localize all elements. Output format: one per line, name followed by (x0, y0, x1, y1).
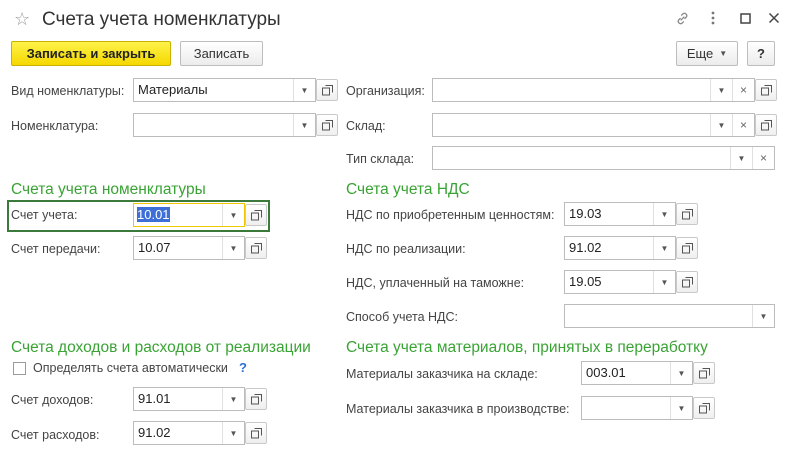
chevron-down-icon[interactable]: ▼ (653, 271, 675, 293)
item-accounts-title: Счета учета номенклатуры (11, 181, 206, 198)
chevron-down-icon[interactable]: ▼ (293, 114, 315, 136)
more-label: Еще (686, 46, 714, 61)
kind-value: Материалы (138, 82, 208, 97)
transfer-field[interactable]: 10.07 ▼ (133, 236, 245, 260)
customer-production-label: Материалы заказчика в производстве: (346, 402, 570, 416)
chevron-down-icon[interactable]: ▼ (752, 305, 774, 327)
organization-field[interactable]: ▼ × (432, 78, 755, 102)
vat-customs-field[interactable]: 19.05 ▼ (564, 270, 676, 294)
account-field[interactable]: 10.01 ▼ (133, 203, 245, 227)
maximize-icon[interactable] (736, 9, 754, 27)
vat-sales-label: НДС по реализации: (346, 242, 466, 256)
customer-production-field[interactable]: ▼ (581, 396, 693, 420)
vat-purchased-label: НДС по приобретенным ценностям: (346, 208, 555, 222)
open-icon[interactable] (245, 422, 267, 444)
vat-purchased-field[interactable]: 19.03 ▼ (564, 202, 676, 226)
kind-label: Вид номенклатуры: (11, 84, 125, 98)
expense-field[interactable]: 91.02 ▼ (133, 421, 245, 445)
income-value: 91.01 (138, 391, 171, 406)
chevron-down-icon[interactable]: ▼ (653, 237, 675, 259)
vat-method-value (565, 305, 752, 327)
chevron-down-icon[interactable]: ▼ (293, 79, 315, 101)
expense-value: 91.02 (138, 425, 171, 440)
chevron-down-icon: ▼ (719, 49, 728, 58)
vat-customs-value: 19.05 (569, 274, 602, 289)
vat-sales-value: 91.02 (569, 240, 602, 255)
organization-value (433, 79, 710, 101)
transfer-value: 10.07 (138, 240, 171, 255)
warehouse-field[interactable]: ▼ × (432, 113, 755, 137)
income-field[interactable]: 91.01 ▼ (133, 387, 245, 411)
warehouse-type-label: Тип склада: (346, 152, 415, 166)
clear-icon[interactable]: × (732, 114, 754, 136)
processing-accounts-title: Счета учета материалов, принятых в перер… (346, 339, 708, 356)
auto-accounts-checkbox[interactable] (13, 362, 26, 375)
more-menu-button[interactable]: Еще ▼ (676, 41, 738, 66)
expense-label: Счет расходов: (11, 428, 100, 442)
customer-warehouse-field[interactable]: 003.01 ▼ (581, 361, 693, 385)
item-field[interactable]: ▼ (133, 113, 316, 137)
organization-label: Организация: (346, 84, 425, 98)
open-icon[interactable] (676, 271, 698, 293)
vat-purchased-value: 19.03 (569, 206, 602, 221)
item-label: Номенклатура: (11, 119, 99, 133)
kind-field[interactable]: Материалы ▼ (133, 78, 316, 102)
chevron-down-icon[interactable]: ▼ (222, 237, 244, 259)
open-icon[interactable] (245, 204, 267, 226)
chevron-down-icon[interactable]: ▼ (222, 204, 244, 226)
open-icon[interactable] (693, 397, 715, 419)
chevron-down-icon[interactable]: ▼ (222, 422, 244, 444)
close-icon[interactable] (765, 9, 783, 27)
vat-customs-label: НДС, уплаченный на таможне: (346, 276, 525, 290)
chevron-down-icon[interactable]: ▼ (653, 203, 675, 225)
help-button[interactable]: ? (747, 41, 775, 66)
vat-sales-field[interactable]: 91.02 ▼ (564, 236, 676, 260)
chevron-down-icon[interactable]: ▼ (670, 362, 692, 384)
customer-production-value (582, 397, 670, 419)
clear-icon[interactable]: × (752, 147, 774, 169)
link-icon[interactable] (673, 9, 691, 27)
warehouse-type-value (433, 147, 730, 169)
open-icon[interactable] (755, 114, 777, 136)
save-button[interactable]: Записать (180, 41, 263, 66)
open-icon[interactable] (676, 203, 698, 225)
open-icon[interactable] (316, 114, 338, 136)
help-icon[interactable]: ? (239, 360, 247, 375)
transfer-label: Счет передачи: (11, 242, 101, 256)
open-icon[interactable] (245, 388, 267, 410)
chevron-down-icon[interactable]: ▼ (710, 114, 732, 136)
open-icon[interactable] (693, 362, 715, 384)
window-title: Счета учета номенклатуры (42, 9, 281, 30)
clear-icon[interactable]: × (732, 79, 754, 101)
chevron-down-icon[interactable]: ▼ (730, 147, 752, 169)
favorite-star-icon[interactable]: ☆ (14, 8, 30, 30)
customer-warehouse-value: 003.01 (586, 365, 626, 380)
save-and-close-button[interactable]: Записать и закрыть (11, 41, 171, 66)
open-icon[interactable] (245, 237, 267, 259)
warehouse-value (433, 114, 710, 136)
vat-method-field[interactable]: ▼ (564, 304, 775, 328)
more-vertical-icon[interactable] (704, 9, 722, 27)
chevron-down-icon[interactable]: ▼ (710, 79, 732, 101)
item-value (134, 114, 293, 136)
account-value: 10.01 (137, 207, 170, 222)
warehouse-type-field[interactable]: ▼ × (432, 146, 775, 170)
customer-warehouse-label: Материалы заказчика на складе: (346, 367, 538, 381)
chevron-down-icon[interactable]: ▼ (670, 397, 692, 419)
income-label: Счет доходов: (11, 393, 94, 407)
vat-method-label: Способ учета НДС: (346, 310, 459, 324)
chevron-down-icon[interactable]: ▼ (222, 388, 244, 410)
vat-accounts-title: Счета учета НДС (346, 181, 470, 198)
account-value-wrap: 10.01 (134, 204, 222, 226)
open-icon[interactable] (755, 79, 777, 101)
income-accounts-title: Счета доходов и расходов от реализации (11, 339, 311, 356)
open-icon[interactable] (676, 237, 698, 259)
open-icon[interactable] (316, 79, 338, 101)
account-label: Счет учета: (11, 208, 78, 222)
auto-accounts-label[interactable]: Определять счета автоматически (33, 360, 228, 376)
warehouse-label: Склад: (346, 119, 386, 133)
